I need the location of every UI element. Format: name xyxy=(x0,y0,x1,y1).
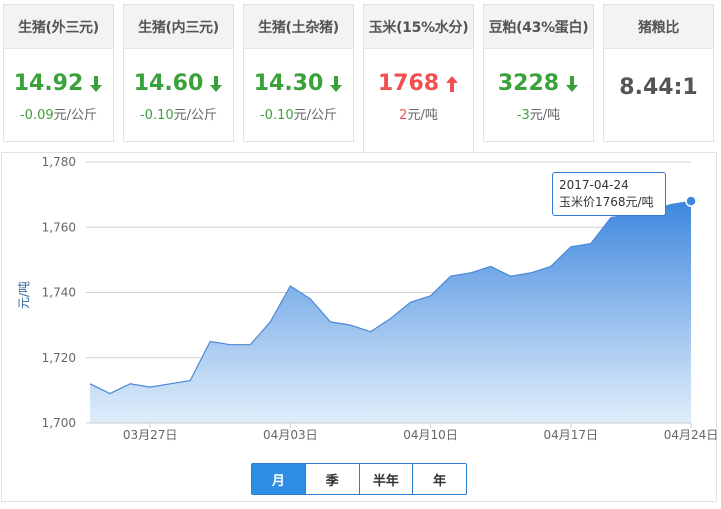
x-tick-label: 04月03日 xyxy=(263,428,318,442)
card-title: 猪粮比 xyxy=(604,5,713,49)
y-tick-label: 1,720 xyxy=(42,351,76,365)
card-unit: 元/吨 xyxy=(529,108,561,123)
card-price: 3228 xyxy=(497,71,560,96)
card-title: 生猪(内三元) xyxy=(124,5,233,49)
card-change-row: -0.09元/公斤 xyxy=(4,104,113,123)
card-pig-grain-ratio[interactable]: 猪粮比 8.44:1 xyxy=(603,4,714,142)
range-tabs: 月 季 半年 年 xyxy=(251,463,467,495)
card-price-row: 14.92 xyxy=(4,71,113,96)
down-arrow-icon xyxy=(330,75,343,92)
card-pig-outer-ternary[interactable]: 生猪(外三元) 14.92 -0.09元/公斤 xyxy=(3,4,114,142)
card-price-row: 14.30 xyxy=(244,71,353,96)
card-pig-native[interactable]: 生猪(土杂猪) 14.30 -0.10元/公斤 xyxy=(243,4,354,142)
x-tick-label: 04月10日 xyxy=(403,428,458,442)
x-tick-label: 04月17日 xyxy=(544,428,599,442)
tab-year[interactable]: 年 xyxy=(412,464,466,494)
card-title: 玉米(15%水分) xyxy=(364,5,473,49)
card-unit: 元/公斤 xyxy=(173,108,218,123)
card-change-row: -0.10元/公斤 xyxy=(244,104,353,123)
y-tick-label: 1,760 xyxy=(42,220,76,234)
card-price: 14.30 xyxy=(253,71,324,96)
chart-tooltip: 2017-04-24 玉米价1768元/吨 xyxy=(552,172,666,216)
y-tick-label: 1,700 xyxy=(42,416,76,430)
y-tick-label: 1,740 xyxy=(42,286,76,300)
card-price: 1768 xyxy=(377,71,440,96)
card-change-row: 2元/吨 xyxy=(364,104,473,123)
tooltip-date: 2017-04-24 xyxy=(559,178,629,192)
card-change-row: -0.10元/公斤 xyxy=(124,104,233,123)
card-unit: 元/公斤 xyxy=(293,108,338,123)
down-arrow-icon xyxy=(210,75,223,92)
tab-month[interactable]: 月 xyxy=(252,464,305,494)
card-price: 8.44:1 xyxy=(619,75,698,100)
card-price: 14.92 xyxy=(13,71,84,96)
area-fill xyxy=(90,201,691,423)
card-change-row: -3元/吨 xyxy=(484,104,593,123)
card-change: -0.10 xyxy=(139,108,174,123)
card-price-row: 14.60 xyxy=(124,71,233,96)
card-change: -3 xyxy=(516,108,530,123)
tab-half-year[interactable]: 半年 xyxy=(358,464,413,494)
tab-quarter[interactable]: 季 xyxy=(304,464,359,494)
card-unit: 元/吨 xyxy=(407,108,438,123)
card-change: -0.10 xyxy=(259,108,294,123)
card-price: 14.60 xyxy=(133,71,204,96)
highlight-point xyxy=(685,195,697,207)
card-soybean-meal[interactable]: 豆粕(43%蛋白) 3228 -3元/吨 xyxy=(483,4,594,142)
x-tick-label: 03月27日 xyxy=(123,428,178,442)
up-arrow-icon xyxy=(446,75,459,92)
card-unit: 元/公斤 xyxy=(53,108,98,123)
down-arrow-icon xyxy=(90,75,103,92)
card-title: 生猪(土杂猪) xyxy=(244,5,353,49)
card-change: -0.09 xyxy=(19,108,54,123)
y-axis-label: 元/吨 xyxy=(17,281,31,309)
card-title: 豆粕(43%蛋白) xyxy=(484,5,593,49)
price-cards: 生猪(外三元) 14.92 -0.09元/公斤 生猪(内三元) 14.60 -0… xyxy=(0,0,721,152)
y-tick-label: 1,780 xyxy=(42,155,76,169)
card-pig-inner-ternary[interactable]: 生猪(内三元) 14.60 -0.10元/公斤 xyxy=(123,4,234,142)
card-price-row: 3228 xyxy=(484,71,593,96)
down-arrow-icon xyxy=(566,75,579,92)
card-title: 生猪(外三元) xyxy=(4,5,113,49)
card-corn[interactable]: 玉米(15%水分) 1768 2元/吨 xyxy=(363,4,474,152)
card-price-row: 1768 xyxy=(364,71,473,96)
tooltip-value: 玉米价1768元/吨 xyxy=(559,195,654,209)
card-price-row: 8.44:1 xyxy=(604,75,713,100)
x-tick-label: 04月24日 xyxy=(664,428,718,442)
